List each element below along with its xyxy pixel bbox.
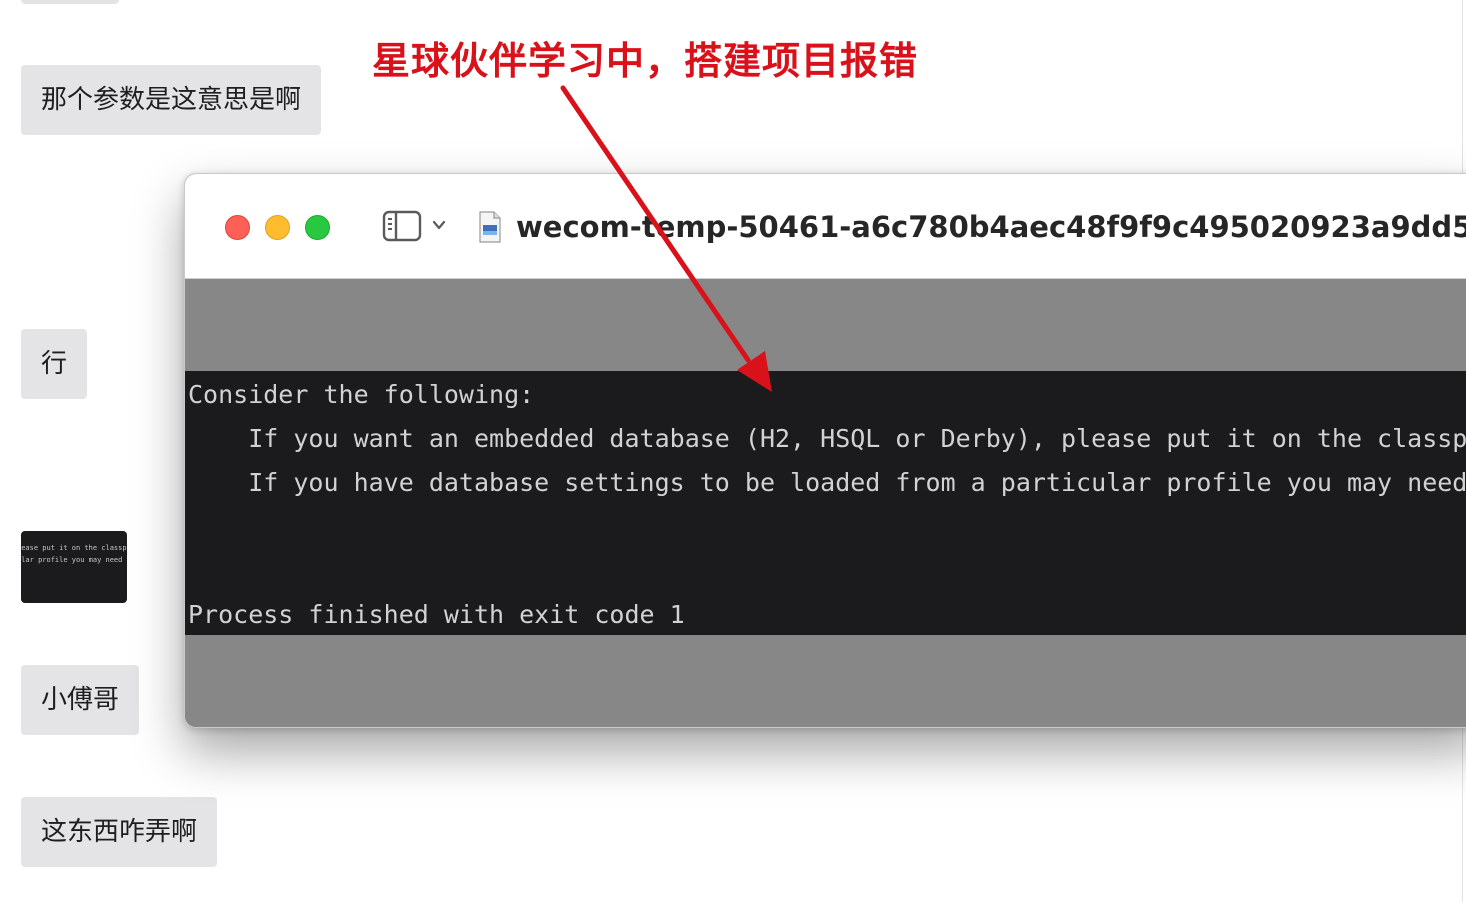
terminal-output: Consider the following: If you want an e… [185,371,1466,635]
close-button[interactable] [225,215,250,240]
chat-bubble-partial [21,0,119,4]
sidebar-toggle-icon[interactable] [382,210,422,242]
terminal-line: If you want an embedded database (H2, HS… [188,424,1466,453]
zoom-button[interactable] [305,215,330,240]
thumbnail-line: ular profile you may need [21,556,123,564]
terminal-line: Process finished with exit code 1 [188,600,685,629]
chat-bubble[interactable]: 行 [21,329,88,399]
annotation-title: 星球伙伴学习中，搭建项目报错 [372,39,919,83]
image-thumbnail[interactable]: lease put it on the classp ular profile … [21,531,127,603]
window-titlebar: wecom-temp-50461-a6c780b4aec48f9f9c49502… [185,174,1466,279]
image-canvas-padding [185,635,1466,727]
thumbnail-line: lease put it on the classp [21,544,127,552]
terminal-line: Consider the following: [188,380,535,409]
window-title: wecom-temp-50461-a6c780b4aec48f9f9c49502… [516,210,1466,244]
chevron-down-icon[interactable] [430,216,448,234]
terminal-line: If you have database settings to be load… [248,468,1466,497]
minimize-button[interactable] [265,215,290,240]
png-file-icon [479,211,501,243]
chat-bubble[interactable]: 那个参数是这意思是啊 [21,65,322,135]
image-viewer-window: wecom-temp-50461-a6c780b4aec48f9f9c49502… [184,173,1466,728]
image-canvas-padding [185,279,1466,371]
chat-bubble[interactable]: 小傅哥 [21,665,140,735]
chat-bubble[interactable]: 这东西咋弄啊 [21,797,218,867]
